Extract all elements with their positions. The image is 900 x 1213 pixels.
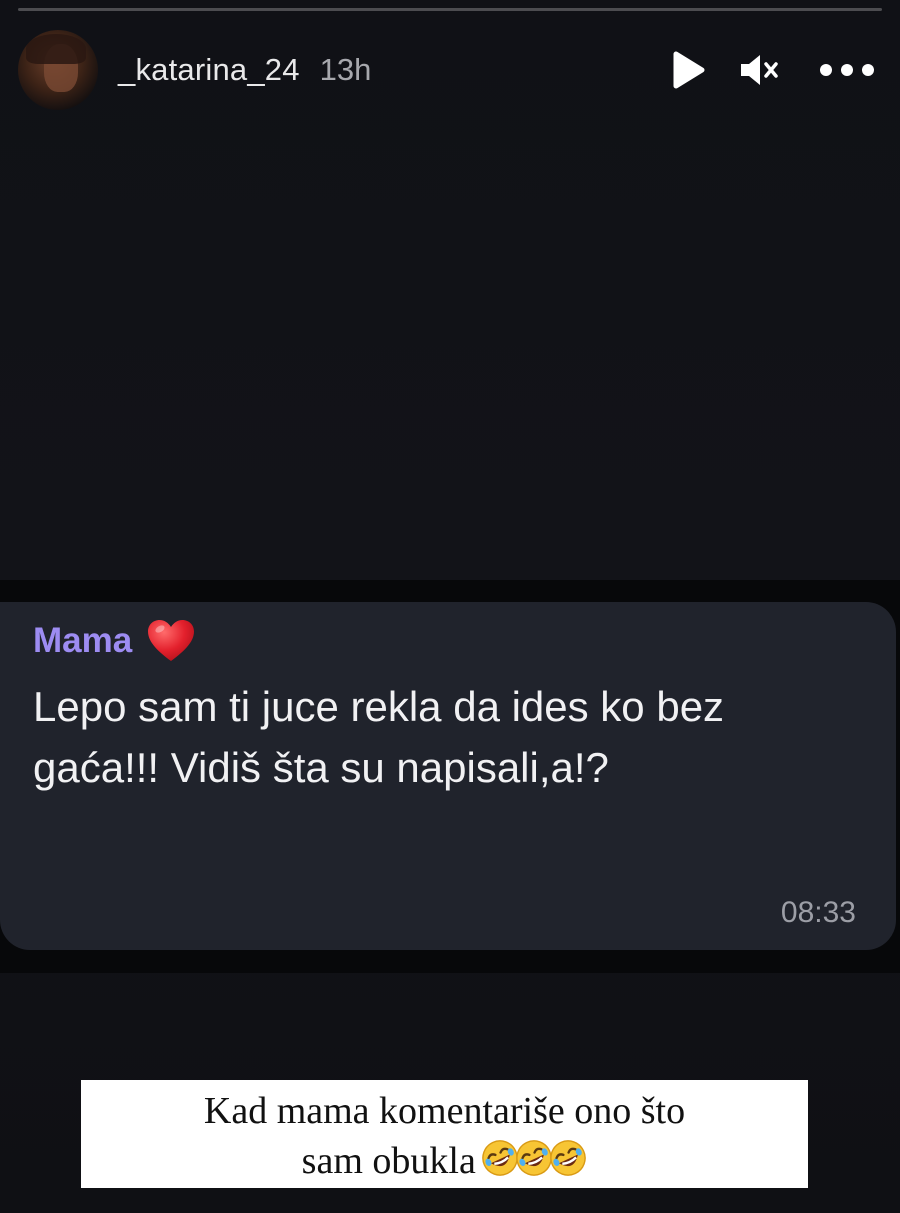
avatar[interactable] bbox=[18, 30, 98, 110]
rolling-laughing-emoji bbox=[482, 1140, 519, 1176]
story-progress-bar bbox=[18, 8, 882, 11]
rolling-laughing-emoji bbox=[516, 1140, 553, 1176]
more-icon bbox=[820, 64, 874, 76]
rolling-laughing-emoji bbox=[550, 1140, 587, 1176]
story-header: _katarina_24 13h bbox=[18, 28, 882, 112]
play-button[interactable] bbox=[660, 40, 716, 100]
mute-button[interactable] bbox=[732, 40, 788, 100]
heart-icon bbox=[148, 620, 195, 661]
message-timestamp: 08:33 bbox=[780, 896, 856, 929]
message-text: Lepo sam ti juce rekla da ides ko bez ga… bbox=[33, 683, 725, 791]
story-time: 13h bbox=[319, 52, 372, 87]
caption-line-1: Kad mama komentariše ono što bbox=[203, 1090, 686, 1132]
story-viewer[interactable]: _katarina_24 13h Mama Lepo sam ti juce r… bbox=[0, 0, 900, 1213]
mute-icon bbox=[741, 55, 778, 85]
caption-line-2: sam obukla bbox=[81, 1136, 808, 1186]
story-caption: Kad mama komentariše ono što sam obukla bbox=[81, 1080, 808, 1188]
message-bubble: Mama Lepo sam ti juce rekla da ides ko b… bbox=[0, 602, 896, 950]
username[interactable]: _katarina_24 bbox=[118, 52, 300, 88]
caption-line-2-text: sam obukla bbox=[301, 1140, 476, 1182]
message-sender: Mama bbox=[33, 616, 860, 666]
more-options-button[interactable] bbox=[812, 40, 882, 100]
sender-name: Mama bbox=[33, 621, 133, 660]
play-icon bbox=[673, 51, 705, 89]
